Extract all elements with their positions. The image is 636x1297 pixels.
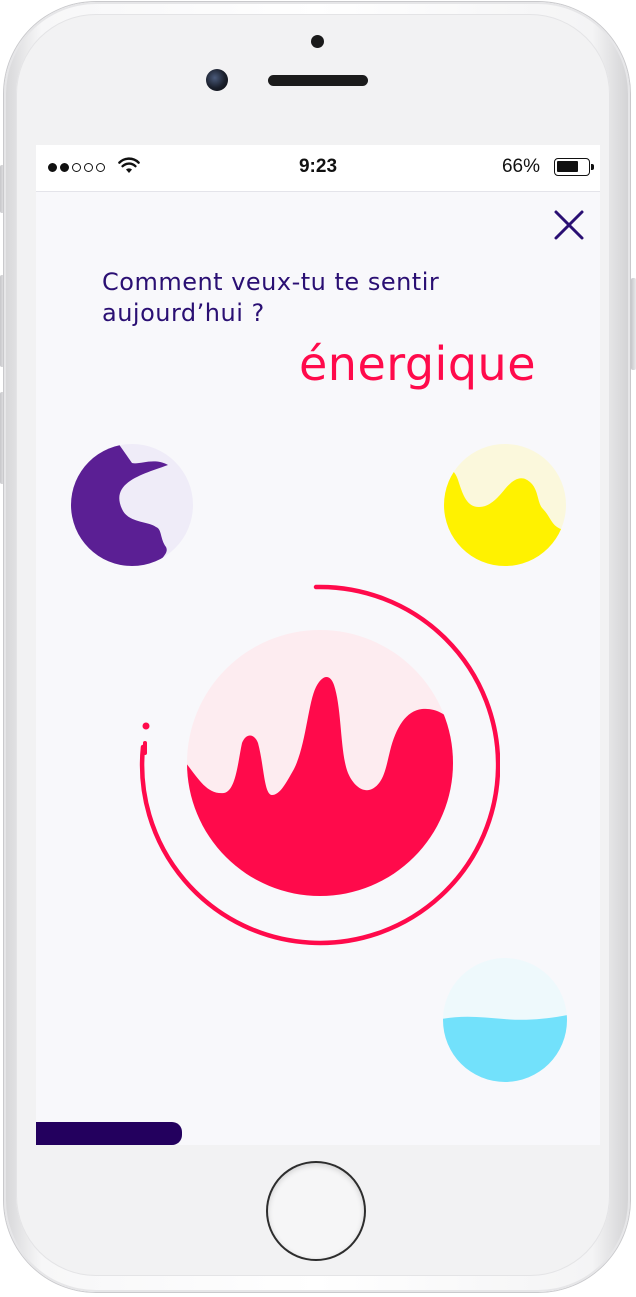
phone-frame: 9:23 66% Comment veux-tu te sentir aujou…	[0, 0, 636, 1297]
mood-energique-button[interactable]	[136, 583, 500, 947]
status-bar: 9:23 66%	[36, 145, 600, 192]
close-icon[interactable]	[551, 207, 587, 243]
proximity-sensor	[311, 35, 324, 48]
progress-bar	[36, 1122, 182, 1145]
mood-question: Comment veux-tu te sentir aujourd’hui ?	[102, 268, 440, 327]
home-button[interactable]	[268, 1163, 364, 1259]
power-button	[631, 278, 636, 370]
mood-blue-button[interactable]	[442, 957, 568, 1083]
selection-ring-dot	[142, 722, 150, 730]
mood-blue-fill	[443, 1015, 567, 1082]
earpiece-speaker	[268, 75, 368, 86]
front-camera	[206, 69, 228, 91]
app-screen: 9:23 66% Comment veux-tu te sentir aujou…	[36, 145, 600, 1145]
battery-fill	[557, 161, 578, 172]
battery-percentage: 66%	[501, 156, 540, 177]
battery-icon	[554, 158, 594, 176]
selected-mood-label: énergique	[299, 337, 536, 391]
mood-purple-button[interactable]	[70, 443, 194, 567]
mood-yellow-button[interactable]	[443, 443, 567, 567]
battery-tip	[591, 164, 594, 170]
